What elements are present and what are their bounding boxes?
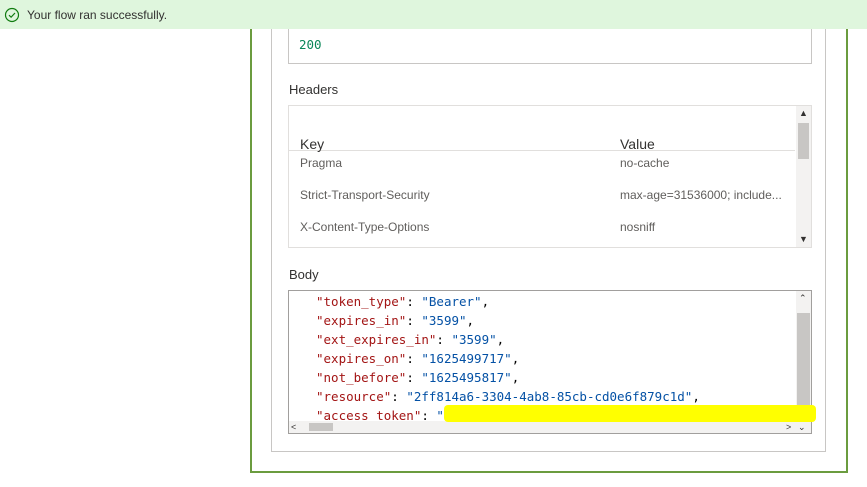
header-value: nosniff: [620, 220, 656, 234]
scroll-up-icon[interactable]: ⌃: [799, 293, 807, 303]
status-code-field: [288, 29, 812, 64]
success-banner: Your flow ran successfully.: [0, 0, 867, 29]
code-line: "resource": "2ff814a6-3304-4ab8-85cb-cd0…: [316, 389, 700, 404]
header-value: max-age=31536000; include...: [620, 188, 782, 202]
code-line: "token_type": "Bearer",: [316, 294, 490, 309]
scroll-up-icon[interactable]: ▲: [799, 108, 808, 118]
code-line: "not_before": "1625495817",: [316, 370, 520, 385]
header-value: no-cache: [620, 156, 670, 170]
code-line: "expires_on": "1625499717",: [316, 351, 520, 366]
headers-scrollbar[interactable]: ▲ ▼: [796, 106, 811, 247]
status-code-value: 200: [299, 37, 322, 52]
scroll-right-icon[interactable]: >: [786, 422, 791, 432]
body-vertical-scrollbar[interactable]: ⌃: [796, 291, 811, 422]
chevron-down-icon[interactable]: ⌄: [798, 422, 806, 432]
check-circle-icon: [4, 7, 20, 23]
banner-message: Your flow ran successfully.: [27, 8, 168, 22]
header-key: Pragma: [300, 156, 343, 170]
body-label: Body: [289, 267, 319, 282]
headers-table: Key Value Pragma no-cache Strict-Transpo…: [288, 105, 812, 248]
header-key: Strict-Transport-Security: [300, 188, 430, 202]
header-key: X-Content-Type-Options: [300, 220, 430, 234]
column-value-header: Value: [620, 136, 655, 152]
headers-table-header: Key Value: [289, 136, 795, 152]
code-line: "ext_expires_in": "3599",: [316, 332, 505, 347]
code-line: "expires_in": "3599",: [316, 313, 475, 328]
redaction-highlight: [444, 405, 816, 422]
headers-label: Headers: [289, 82, 339, 97]
scroll-down-icon[interactable]: ▼: [799, 234, 808, 244]
body-horizontal-scrollbar[interactable]: < > ⌄: [289, 421, 811, 433]
headers-scroll-thumb[interactable]: [798, 123, 809, 159]
body-hscroll-thumb[interactable]: [309, 423, 333, 431]
body-scroll-thumb[interactable]: [797, 313, 810, 409]
column-key-header: Key: [300, 136, 325, 152]
scroll-left-icon[interactable]: <: [291, 422, 296, 432]
